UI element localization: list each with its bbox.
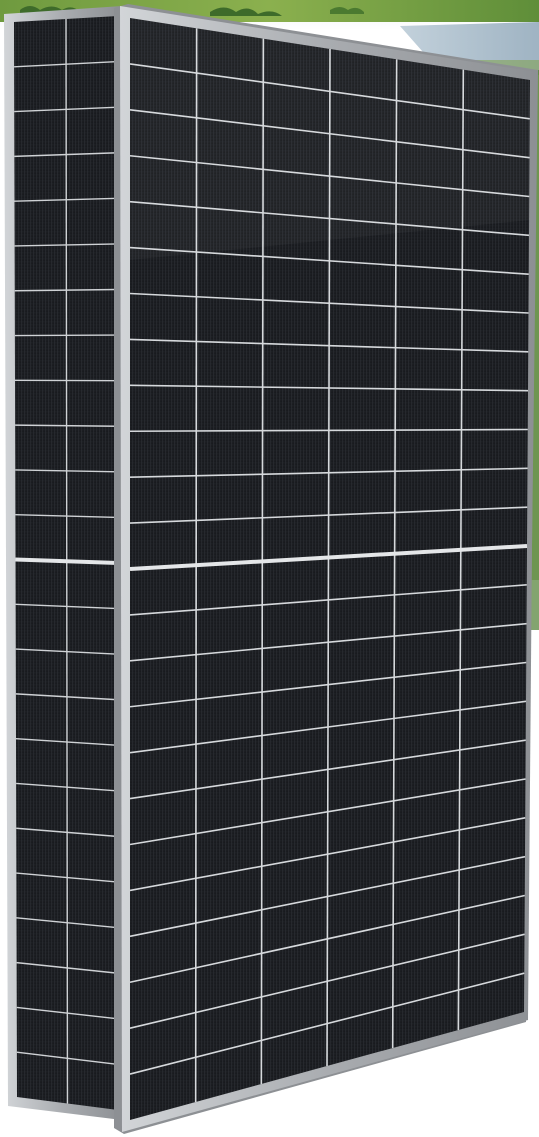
solar-panels-illustration: [0, 0, 539, 1137]
product-photo: [0, 0, 539, 1137]
rear-solar-panel: [4, 6, 122, 1120]
